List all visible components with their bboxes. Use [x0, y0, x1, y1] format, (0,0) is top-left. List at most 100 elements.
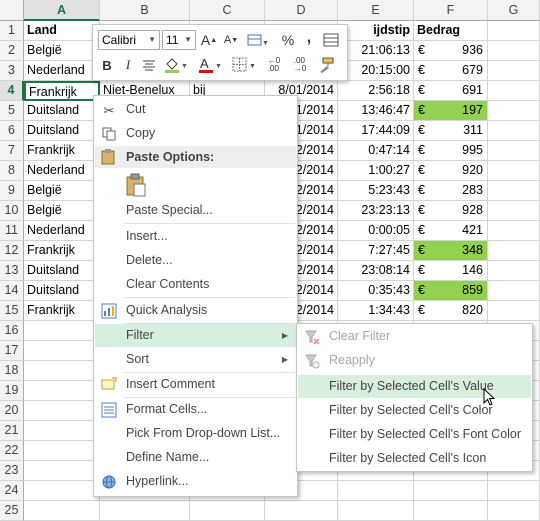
- table-cell[interactable]: Nederland: [24, 161, 100, 181]
- table-cell[interactable]: [24, 421, 100, 441]
- table-cell[interactable]: €820: [414, 301, 488, 321]
- row-header[interactable]: 5: [0, 101, 24, 121]
- table-cell[interactable]: [488, 61, 540, 81]
- table-cell[interactable]: België: [24, 201, 100, 221]
- table-cell[interactable]: Duitsland: [24, 121, 100, 141]
- align-center-icon[interactable]: [141, 55, 157, 75]
- table-cell[interactable]: [265, 501, 338, 521]
- bold-button[interactable]: B: [99, 55, 115, 75]
- percent-style-icon[interactable]: %: [281, 30, 295, 50]
- table-cell[interactable]: 7:27:45: [338, 241, 414, 261]
- row-header[interactable]: 14: [0, 281, 24, 301]
- table-cell[interactable]: €197: [414, 101, 488, 121]
- table-cell[interactable]: ijdstip: [338, 21, 414, 41]
- table-cell[interactable]: [488, 301, 540, 321]
- row-header[interactable]: 3: [0, 61, 24, 81]
- submenu-item-filter-by-icon[interactable]: Filter by Selected Cell's Icon: [298, 447, 531, 470]
- table-cell[interactable]: België: [24, 181, 100, 201]
- menu-item-sort[interactable]: Sort ▶: [95, 348, 296, 371]
- table-cell[interactable]: 1:34:43: [338, 301, 414, 321]
- fill-color-icon[interactable]: ▼: [163, 55, 189, 75]
- row-header[interactable]: 1: [0, 21, 24, 41]
- table-cell[interactable]: Frankrijk: [24, 141, 100, 161]
- table-cell[interactable]: [24, 401, 100, 421]
- table-cell[interactable]: [488, 481, 540, 501]
- table-cell[interactable]: €936: [414, 41, 488, 61]
- table-cell[interactable]: Frankrijk: [24, 301, 100, 321]
- row-header[interactable]: 8: [0, 161, 24, 181]
- table-cell[interactable]: [488, 41, 540, 61]
- column-header[interactable]: B: [100, 0, 190, 21]
- row-header[interactable]: 13: [0, 261, 24, 281]
- table-cell[interactable]: [338, 481, 414, 501]
- table-cell[interactable]: €146: [414, 261, 488, 281]
- table-cell[interactable]: [488, 181, 540, 201]
- row-header[interactable]: 24: [0, 481, 24, 501]
- column-header[interactable]: F: [414, 0, 488, 21]
- row-header[interactable]: 15: [0, 301, 24, 321]
- table-cell[interactable]: [488, 121, 540, 141]
- table-cell[interactable]: [488, 141, 540, 161]
- table-cell[interactable]: [488, 161, 540, 181]
- chevron-down-icon[interactable]: ▼: [148, 31, 156, 49]
- table-cell[interactable]: Bedrag: [414, 21, 488, 41]
- table-cell[interactable]: 2:56:18: [338, 81, 414, 101]
- table-cell[interactable]: Duitsland: [24, 261, 100, 281]
- table-cell[interactable]: [488, 281, 540, 301]
- table-cell[interactable]: [24, 361, 100, 381]
- submenu-item-clear-filter[interactable]: Clear Filter: [298, 325, 531, 348]
- table-cell[interactable]: [488, 21, 540, 41]
- table-cell[interactable]: €920: [414, 161, 488, 181]
- column-header[interactable]: C: [190, 0, 265, 21]
- select-all-corner[interactable]: [0, 0, 24, 21]
- table-cell[interactable]: 23:08:14: [338, 261, 414, 281]
- table-cell[interactable]: België: [24, 41, 100, 61]
- table-cell[interactable]: 21:06:13: [338, 41, 414, 61]
- table-cell[interactable]: 20:15:00: [338, 61, 414, 81]
- row-header[interactable]: 17: [0, 341, 24, 361]
- row-header[interactable]: 7: [0, 141, 24, 161]
- table-cell[interactable]: €928: [414, 201, 488, 221]
- table-cell[interactable]: €691: [414, 81, 488, 101]
- font-name-box[interactable]: Calibri ▼: [98, 30, 160, 50]
- column-header[interactable]: D: [265, 0, 338, 21]
- menu-item-define-name[interactable]: Define Name...: [95, 446, 296, 469]
- table-cell[interactable]: [24, 381, 100, 401]
- table-cell[interactable]: [488, 221, 540, 241]
- column-header[interactable]: A: [24, 0, 100, 21]
- table-cell[interactable]: [488, 81, 540, 101]
- decrease-font-size-icon[interactable]: A ▼: [223, 30, 239, 50]
- table-cell[interactable]: Nederland: [24, 221, 100, 241]
- table-cell[interactable]: [24, 341, 100, 361]
- menu-item-cut[interactable]: ✂ Cut: [95, 98, 296, 121]
- table-cell[interactable]: [488, 101, 540, 121]
- table-cell[interactable]: 1:00:27: [338, 161, 414, 181]
- table-cell[interactable]: 0:00:05: [338, 221, 414, 241]
- menu-item-filter[interactable]: Filter ▶: [95, 324, 296, 347]
- table-cell[interactable]: Land: [24, 21, 100, 41]
- row-header[interactable]: 6: [0, 121, 24, 141]
- borders-icon[interactable]: ▼: [231, 55, 257, 75]
- table-cell[interactable]: €421: [414, 221, 488, 241]
- submenu-item-reapply[interactable]: Reapply: [298, 349, 531, 372]
- table-cell[interactable]: [24, 441, 100, 461]
- table-cell[interactable]: €348: [414, 241, 488, 261]
- menu-item-insert-comment[interactable]: Insert Comment: [95, 373, 296, 396]
- table-cell[interactable]: 5:23:43: [338, 181, 414, 201]
- table-cell[interactable]: [488, 501, 540, 521]
- comma-style-icon[interactable]: ,: [303, 28, 315, 48]
- table-cell[interactable]: €311: [414, 121, 488, 141]
- table-cell[interactable]: 0:35:43: [338, 281, 414, 301]
- submenu-item-filter-by-font-color[interactable]: Filter by Selected Cell's Font Color: [298, 423, 531, 446]
- table-cell[interactable]: 23:23:13: [338, 201, 414, 221]
- table-cell[interactable]: Frankrijk: [24, 241, 100, 261]
- increase-font-size-icon[interactable]: A ▲: [201, 30, 217, 50]
- table-cell[interactable]: [488, 241, 540, 261]
- menu-item-clear-contents[interactable]: Clear Contents: [95, 273, 296, 296]
- row-header[interactable]: 23: [0, 461, 24, 481]
- format-painter-table-icon[interactable]: [321, 30, 341, 50]
- menu-item-insert[interactable]: Insert...: [95, 225, 296, 248]
- menu-item-quick-analysis[interactable]: Quick Analysis: [95, 299, 296, 322]
- table-cell[interactable]: [24, 321, 100, 341]
- column-header[interactable]: G: [488, 0, 540, 21]
